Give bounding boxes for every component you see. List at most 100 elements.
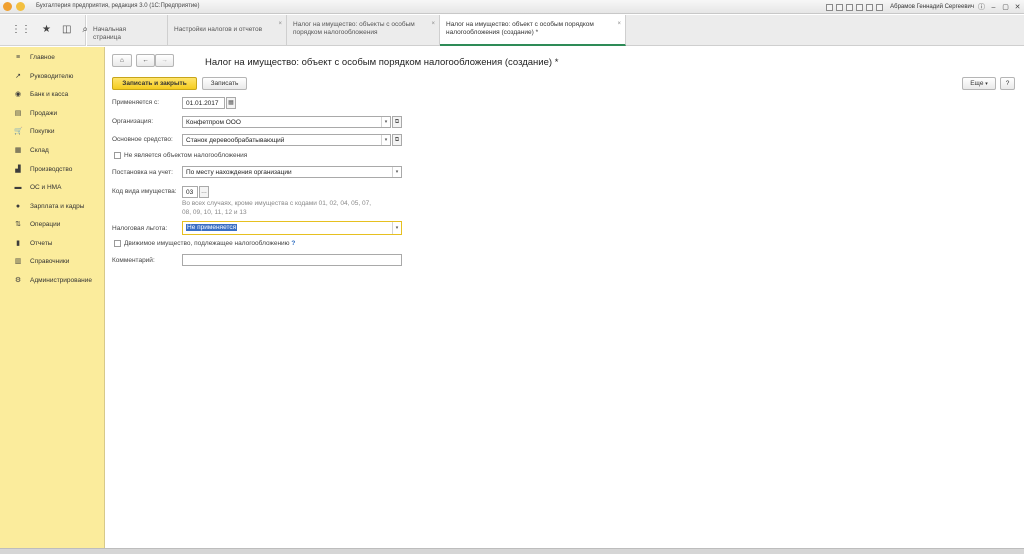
sidebar-item-payroll[interactable]: ● Зарплата и кадры	[0, 199, 85, 213]
arrow-right-icon: →	[161, 57, 168, 64]
help-icon[interactable]: ?	[291, 240, 295, 247]
not-taxable-checkbox[interactable]	[114, 152, 121, 159]
more-label: Еще	[970, 80, 984, 87]
tab-label: Налог на имущество: объекты с особым пор…	[293, 21, 415, 36]
sidebar-item-label: Администрирование	[30, 276, 92, 284]
applies-from-label: Применяется с:	[112, 99, 160, 106]
maximize-icon[interactable]: ▢	[1001, 3, 1010, 12]
movable-property-checkbox[interactable]	[114, 240, 121, 247]
fixed-asset-label: Основное средство:	[112, 136, 173, 143]
menu-icon: ≡	[15, 53, 21, 61]
tab-start-page[interactable]: Начальная страница	[87, 15, 168, 46]
sidebar-item-sales[interactable]: ▤ Продажи	[0, 106, 57, 120]
save-and-close-button[interactable]: Записать и закрыть	[112, 77, 197, 90]
back-button[interactable]: ←	[136, 54, 155, 67]
chevron-down-icon: ▾	[985, 80, 988, 87]
sidebar-item-fixed-assets[interactable]: ▬ ОС и НМА	[0, 180, 62, 194]
sidebar-item-label: Продажи	[30, 109, 58, 117]
favorites-icon[interactable]	[846, 3, 854, 11]
tab-label: Настройки налогов и отчетов	[174, 26, 263, 33]
star-icon[interactable]: ★	[42, 25, 51, 35]
chevron-down-icon[interactable]: ▾	[381, 135, 390, 145]
sidebar-item-reports[interactable]: ▮ Отчеты	[0, 236, 52, 250]
form-area: ⌂ ← → Налог на имущество: объект с особы…	[105, 47, 1024, 548]
history-icon[interactable]	[836, 3, 844, 11]
organization-field[interactable]: Конфетпром ООО ▾	[182, 116, 391, 128]
sidebar-item-manager[interactable]: ↗ Руководителю	[0, 69, 73, 83]
chevron-down-icon[interactable]: ▾	[381, 117, 390, 127]
sidebar-item-bank[interactable]: ◉ Банк и касса	[0, 87, 68, 101]
chevron-down-icon[interactable]: ▾	[392, 167, 401, 177]
sidebar-item-admin[interactable]: ⚙ Администрирование	[0, 273, 92, 287]
app-logo-icon	[3, 2, 12, 11]
sidebar-item-label: Главное	[30, 53, 55, 61]
fixed-asset-open-button[interactable]: ⧉	[392, 134, 402, 146]
calculator-icon[interactable]	[856, 3, 864, 11]
movable-property-label: Движимое имущество, подлежащее налогообл…	[124, 240, 295, 247]
sidebar-item-production[interactable]: ▟ Производство	[0, 162, 72, 176]
open-link-icon: ⧉	[394, 119, 400, 125]
tab-property-objects-list[interactable]: Налог на имущество: объекты с особым пор…	[287, 15, 440, 46]
sidebar-item-warehouse[interactable]: ▦ Склад	[0, 143, 49, 157]
sidebar-item-purchases[interactable]: 🛒 Покупки	[0, 124, 54, 138]
comment-label: Комментарий:	[112, 257, 155, 264]
sidebar-item-main[interactable]: ≡ Главное	[0, 50, 55, 64]
gear-icon: ⚙	[14, 277, 22, 284]
tab-label: Налог на имущество: объект с особым поря…	[446, 21, 594, 36]
calendar-icon: ▦	[228, 100, 234, 106]
sidebar-item-catalogs[interactable]: ▥ Справочники	[0, 254, 70, 268]
calendar-button[interactable]: ▦	[226, 97, 236, 109]
arrow-left-icon: ←	[142, 57, 149, 64]
registration-select[interactable]: По месту нахождения организации ▾	[182, 166, 402, 178]
help-button[interactable]: ?	[1000, 77, 1015, 90]
page-title: Налог на имущество: объект с особым поря…	[205, 57, 559, 68]
open-link-icon: ⧉	[394, 137, 400, 143]
bar-chart-icon: ▮	[16, 240, 20, 247]
calendar-icon[interactable]	[866, 3, 874, 11]
sidebar-item-label: Зарплата и кадры	[30, 202, 85, 210]
fixed-asset-value: Станок деревообрабатывающий	[186, 137, 285, 144]
organization-open-button[interactable]: ⧉	[392, 116, 402, 128]
books-icon: ▥	[14, 258, 22, 265]
warehouse-icon: ▦	[14, 147, 22, 154]
tab-close-icon[interactable]: ×	[278, 20, 282, 28]
truck-icon: ▬	[14, 183, 22, 191]
info-icon[interactable]: ⓘ	[977, 3, 986, 12]
home-button[interactable]: ⌂	[112, 54, 132, 67]
current-user[interactable]: Абрамов Геннадий Сергеевич	[890, 4, 974, 10]
trend-icon: ↗	[15, 73, 21, 80]
sidebar-item-label: Руководителю	[30, 72, 74, 80]
apps-grid-icon[interactable]: ⋮⋮	[11, 25, 31, 35]
notifications-icon[interactable]	[876, 3, 884, 11]
home-icon[interactable]	[826, 3, 834, 11]
save-button[interactable]: Записать	[202, 77, 247, 90]
tax-benefit-select[interactable]: Не применяется ▾	[182, 221, 402, 235]
close-icon[interactable]: ✕	[1013, 3, 1022, 12]
history-icon[interactable]: ◫	[62, 25, 71, 35]
minimize-icon[interactable]: –	[989, 3, 998, 12]
applies-from-field[interactable]: 01.01.2017	[182, 97, 225, 109]
tab-label: Начальная страница	[93, 26, 127, 41]
property-code-field[interactable]: 03	[182, 186, 198, 198]
tab-property-object-create[interactable]: Налог на имущество: объект с особым поря…	[440, 15, 626, 46]
not-taxable-label: Не является объектом налогообложения	[124, 152, 248, 159]
property-code-select-button[interactable]: …	[199, 186, 209, 198]
forward-button[interactable]: →	[155, 54, 174, 67]
more-button[interactable]: Еще ▾	[962, 77, 996, 90]
operations-icon: ⇅	[15, 221, 21, 228]
sidebar-item-operations[interactable]: ⇅ Операции	[0, 217, 60, 231]
fixed-asset-field[interactable]: Станок деревообрабатывающий ▾	[182, 134, 391, 146]
comment-field[interactable]	[182, 254, 402, 266]
open-windows-tabs: Начальная страница Настройки налогов и о…	[87, 15, 1024, 46]
tab-close-icon[interactable]: ×	[617, 20, 621, 28]
chevron-down-icon[interactable]: ▾	[392, 222, 401, 234]
sidebar-toolbar: ⋮⋮ ★ ◫ ⌕	[0, 15, 88, 46]
sidebar-item-label: Покупки	[30, 127, 55, 135]
property-code-hint: Во всех случаях, кроме имущества с кодам…	[182, 200, 372, 216]
sections-sidebar: ≡ Главное ↗ Руководителю ◉ Банк и касса ▤ Пр…	[0, 47, 105, 548]
coin-icon: ◉	[14, 91, 22, 98]
tab-tax-settings[interactable]: Настройки налогов и отчетов ×	[168, 15, 287, 46]
main-menu-icon[interactable]	[16, 2, 25, 11]
person-icon: ●	[15, 202, 21, 210]
tab-close-icon[interactable]: ×	[431, 20, 435, 28]
